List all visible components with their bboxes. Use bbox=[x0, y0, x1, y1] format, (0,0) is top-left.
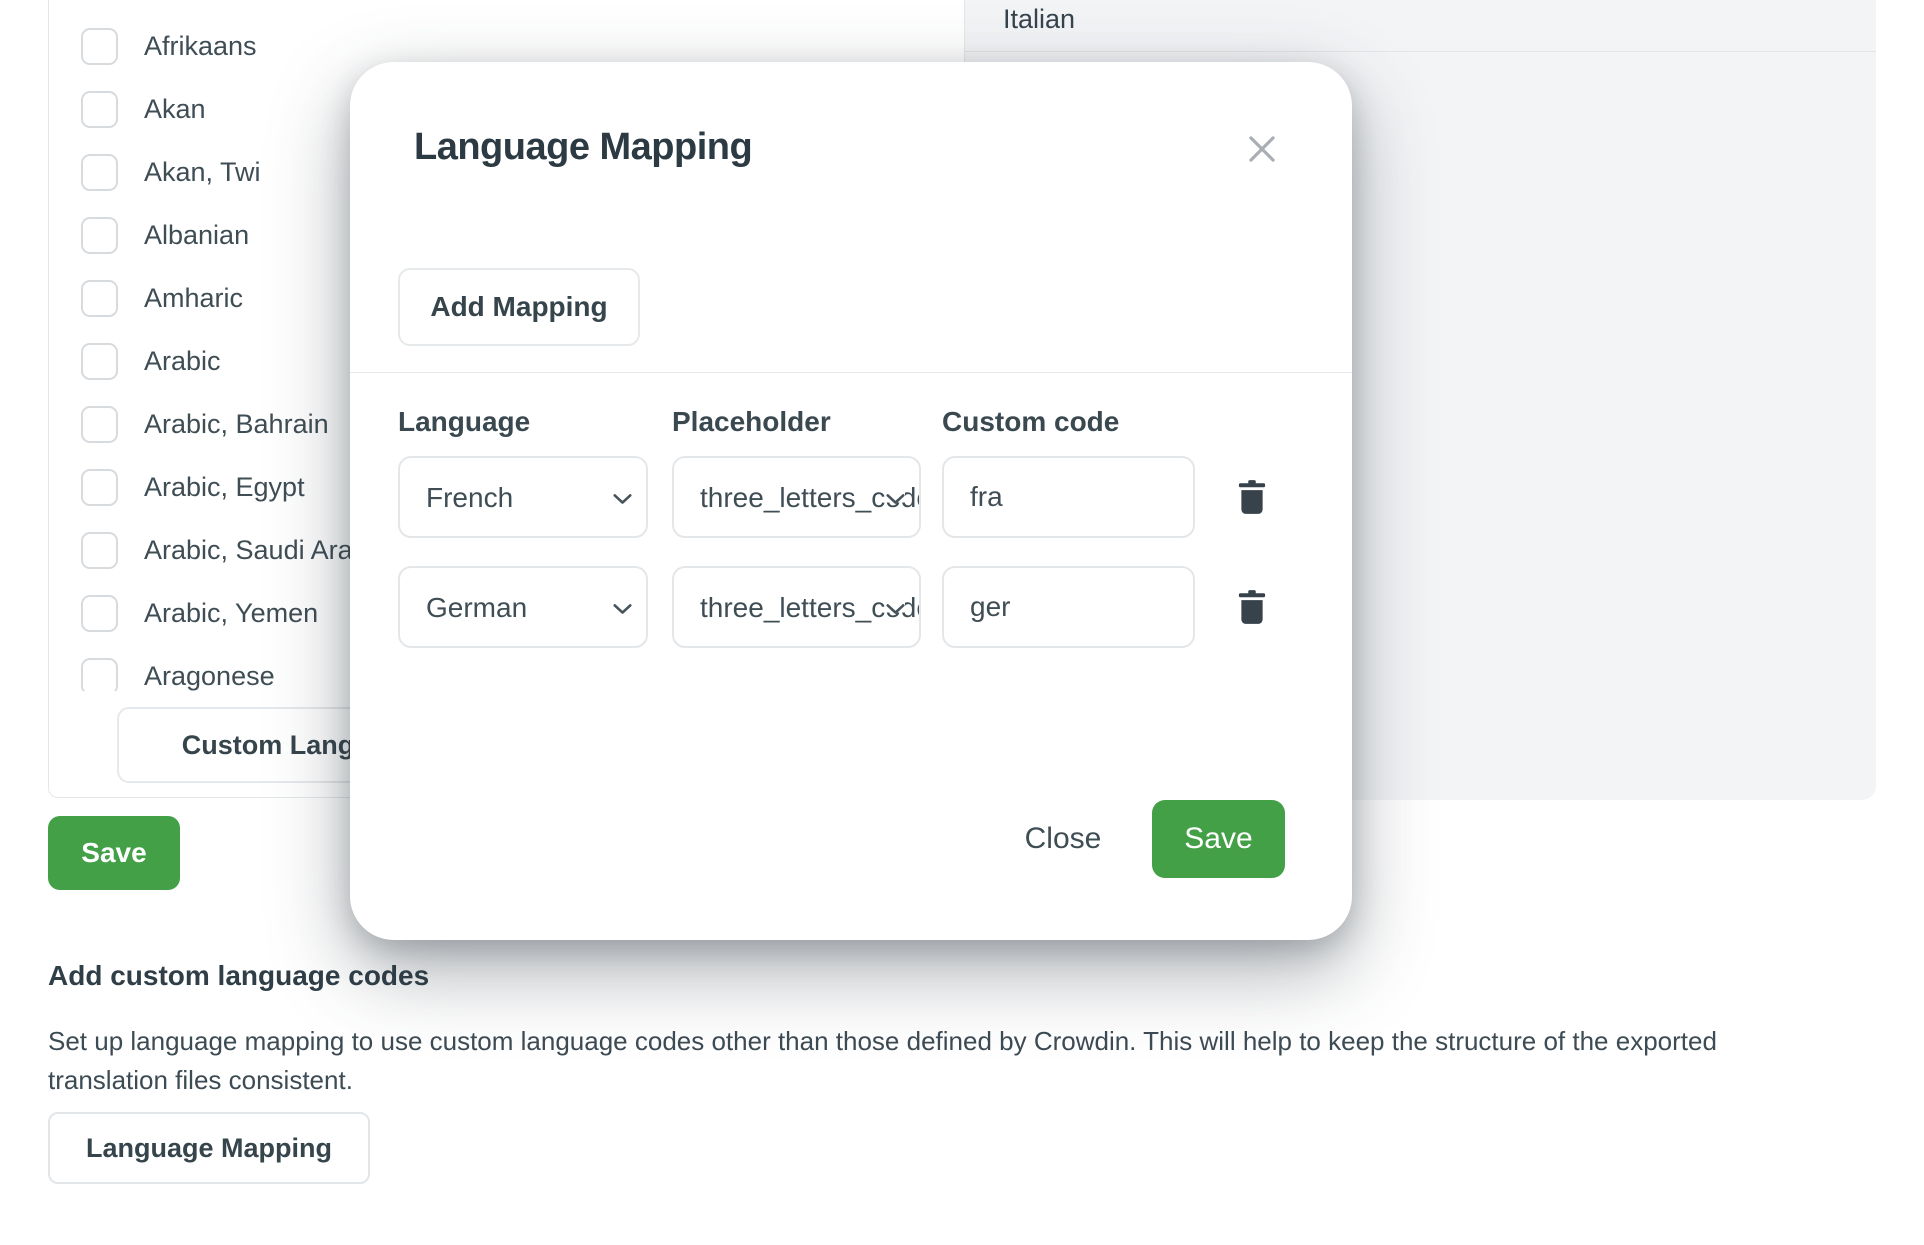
trash-icon bbox=[1237, 479, 1267, 518]
language-checkbox[interactable] bbox=[81, 154, 118, 191]
language-checkbox[interactable] bbox=[81, 532, 118, 569]
modal-save-button[interactable]: Save bbox=[1152, 800, 1285, 878]
add-mapping-button[interactable]: Add Mapping bbox=[398, 268, 640, 346]
custom-code-input-wrapper bbox=[942, 566, 1195, 648]
custom-code-input[interactable] bbox=[944, 568, 1193, 646]
modal-close-footer-button[interactable]: Close bbox=[998, 800, 1128, 878]
close-icon bbox=[1243, 130, 1281, 171]
language-checkbox[interactable] bbox=[81, 28, 118, 65]
language-label: Albanian bbox=[144, 220, 249, 251]
trash-icon bbox=[1237, 589, 1267, 628]
language-checkbox[interactable] bbox=[81, 280, 118, 317]
language-label: Akan bbox=[144, 94, 206, 125]
language-select[interactable]: French bbox=[400, 458, 646, 536]
language-label: Amharic bbox=[144, 283, 243, 314]
language-label: Akan, Twi bbox=[144, 157, 261, 188]
language-select-wrapper: French bbox=[398, 456, 648, 538]
language-mapping-modal: Language Mapping Add Mapping Language Pl… bbox=[350, 62, 1352, 940]
add-mapping-label: Add Mapping bbox=[430, 291, 607, 323]
language-checkbox[interactable] bbox=[81, 91, 118, 128]
modal-save-label: Save bbox=[1184, 822, 1252, 856]
column-header-custom-code: Custom code bbox=[942, 406, 1119, 438]
language-checkbox[interactable] bbox=[81, 343, 118, 380]
modal-title: Language Mapping bbox=[414, 126, 752, 169]
language-checkbox[interactable] bbox=[81, 658, 118, 691]
column-header-language: Language bbox=[398, 406, 530, 438]
custom-code-input-wrapper bbox=[942, 456, 1195, 538]
page: Afrikaans Akan Akan, Twi Albanian Amhari… bbox=[0, 0, 1924, 1245]
language-select[interactable]: German bbox=[400, 568, 646, 646]
placeholder-select[interactable]: three_letters_code bbox=[674, 568, 919, 646]
language-checkbox[interactable] bbox=[81, 469, 118, 506]
language-label: Arabic, Yemen bbox=[144, 598, 318, 629]
language-label: Arabic, Bahrain bbox=[144, 409, 329, 440]
placeholder-select-wrapper: three_letters_code bbox=[672, 456, 921, 538]
page-save-label: Save bbox=[81, 837, 146, 869]
modal-close-button[interactable] bbox=[1238, 126, 1286, 174]
language-checkbox[interactable] bbox=[81, 406, 118, 443]
language-label: Arabic bbox=[144, 346, 221, 377]
language-label: Arabic, Egypt bbox=[144, 472, 305, 503]
language-label: Afrikaans bbox=[144, 31, 257, 62]
column-header-placeholder: Placeholder bbox=[672, 406, 831, 438]
language-label: Aragonese bbox=[144, 661, 275, 691]
language-select-wrapper: German bbox=[398, 566, 648, 648]
selected-language-item[interactable]: Italian bbox=[965, 0, 1876, 52]
language-checkbox[interactable] bbox=[81, 217, 118, 254]
language-mapping-button-label: Language Mapping bbox=[86, 1133, 332, 1164]
language-checkbox[interactable] bbox=[81, 595, 118, 632]
delete-mapping-button[interactable] bbox=[1232, 476, 1272, 520]
section-description: Set up language mapping to use custom la… bbox=[48, 1022, 1800, 1100]
custom-code-input[interactable] bbox=[944, 458, 1193, 536]
placeholder-select-wrapper: three_letters_code bbox=[672, 566, 921, 648]
divider bbox=[350, 372, 1352, 373]
modal-close-label: Close bbox=[1025, 822, 1102, 856]
selected-language-label: Italian bbox=[1003, 4, 1075, 35]
delete-mapping-button[interactable] bbox=[1232, 586, 1272, 630]
language-mapping-button[interactable]: Language Mapping bbox=[48, 1112, 370, 1184]
page-save-button[interactable]: Save bbox=[48, 816, 180, 890]
placeholder-select[interactable]: three_letters_code bbox=[674, 458, 919, 536]
section-heading: Add custom language codes bbox=[48, 960, 429, 992]
